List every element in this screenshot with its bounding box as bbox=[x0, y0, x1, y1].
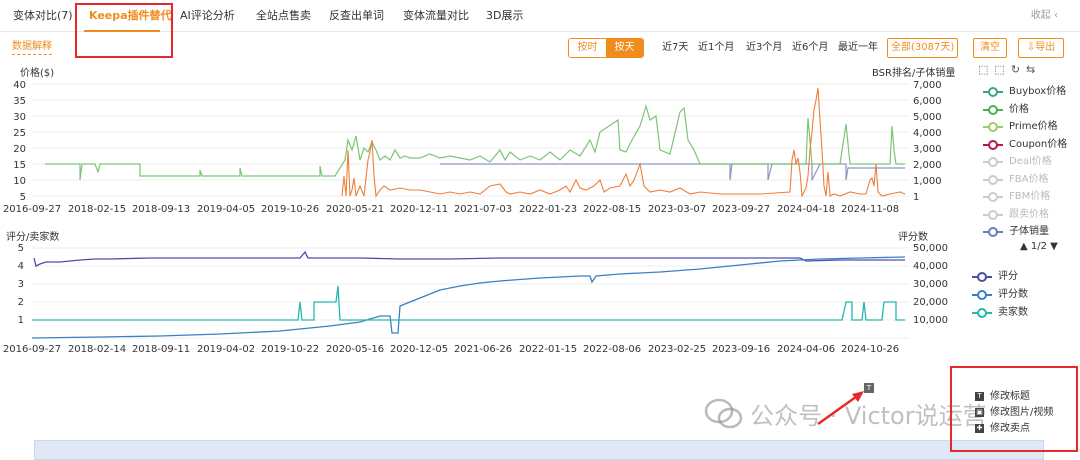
edit-bullets-item[interactable]: ✚ 修改卖点 bbox=[975, 419, 1030, 434]
edit-title-item[interactable]: T 修改标题 bbox=[975, 387, 1030, 402]
text-icon: T bbox=[975, 391, 984, 401]
legend-marker-icon bbox=[972, 272, 992, 282]
chart2-x-tick: 2024-04-06 bbox=[777, 344, 835, 355]
chart2-x-tick: 2018-09-11 bbox=[132, 344, 190, 355]
chart2-legend: 评分 评分数 卖家数 bbox=[972, 268, 1028, 322]
legend-item[interactable]: 评分数 bbox=[972, 286, 1028, 304]
title-badge-icon[interactable]: T bbox=[864, 383, 874, 393]
chart2-x-tick: 2022-01-15 bbox=[519, 344, 577, 355]
edit-media-item[interactable]: ▣ 修改图片/视频 bbox=[975, 403, 1053, 418]
legend-item[interactable]: 卖家数 bbox=[972, 304, 1028, 322]
chart2-right-tick: 30,000 bbox=[913, 279, 948, 290]
horizontal-scrollbar[interactable] bbox=[34, 440, 1044, 460]
plus-icon: ✚ bbox=[975, 423, 984, 433]
chart2-right-tick: 10,000 bbox=[913, 315, 948, 326]
wechat-logo-icon bbox=[704, 398, 743, 429]
image-icon: ▣ bbox=[975, 407, 984, 417]
chart2-x-tick: 2019-10-22 bbox=[261, 344, 319, 355]
chart2-x-tick: 2022-08-06 bbox=[583, 344, 641, 355]
rating-line bbox=[33, 250, 905, 267]
legend-marker-icon bbox=[972, 308, 992, 318]
chart2-x-tick: 2020-12-05 bbox=[390, 344, 448, 355]
legend-item[interactable]: 评分 bbox=[972, 268, 1028, 286]
chart2-x-tick: 2023-09-16 bbox=[712, 344, 770, 355]
chart2-x-tick: 2018-02-14 bbox=[68, 344, 126, 355]
chart2-x-tick: 2024-10-26 bbox=[841, 344, 899, 355]
chart2-right-tick: 40,000 bbox=[913, 261, 948, 272]
chart2-x-tick: 2020-05-16 bbox=[326, 344, 384, 355]
rating-count-line bbox=[31, 256, 906, 339]
legend-marker-icon bbox=[972, 290, 992, 300]
chart2-right-tick: 20,000 bbox=[913, 297, 948, 308]
chart2-left-tick: 3 bbox=[18, 279, 24, 290]
chart2-left-tick: 4 bbox=[18, 261, 24, 272]
sellers-line bbox=[32, 285, 905, 321]
chart2-right-tick: 50,000 bbox=[913, 243, 948, 254]
chart2-left-tick: 1 bbox=[18, 315, 24, 326]
chart2-x-tick: 2023-02-25 bbox=[648, 344, 706, 355]
chart2-left-tick: 5 bbox=[18, 243, 24, 254]
chart2-left-tick: 2 bbox=[18, 297, 24, 308]
rating-sellers-chart[interactable]: 5 4 3 2 1 50,000 40,000 30,000 20,000 10… bbox=[0, 0, 1080, 460]
chart2-x-tick: 2016-09-27 bbox=[3, 344, 61, 355]
chart2-x-tick: 2019-04-02 bbox=[197, 344, 255, 355]
chart2-x-tick: 2021-06-26 bbox=[454, 344, 512, 355]
